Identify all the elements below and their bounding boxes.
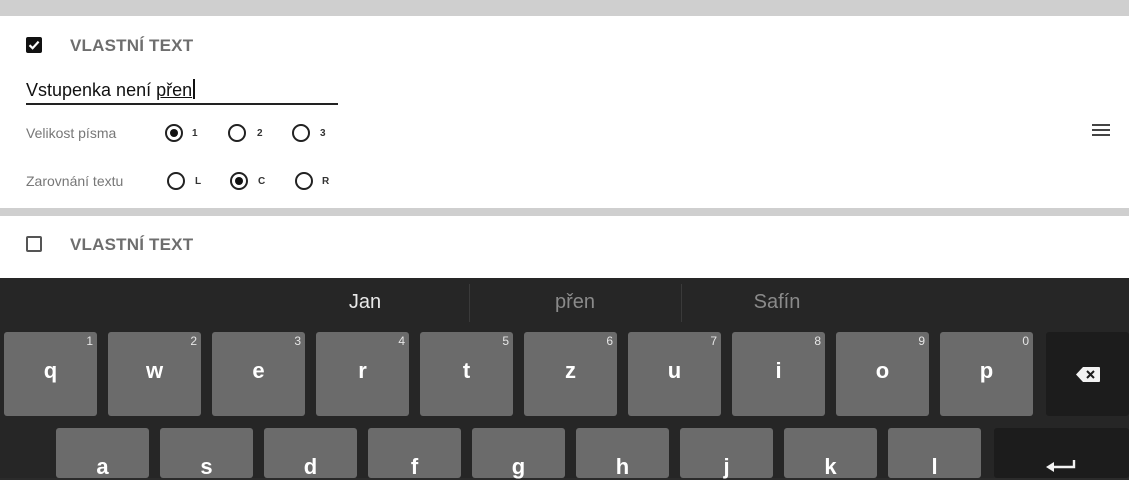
align-radio-right[interactable]	[295, 172, 313, 190]
key-label: g	[511, 454, 526, 479]
key-hint: 4	[398, 334, 405, 348]
key-hint: 3	[294, 334, 301, 348]
key-z[interactable]: 6 z	[524, 332, 617, 416]
align-option-left: L	[195, 176, 202, 187]
key-d[interactable]: d	[264, 428, 357, 479]
key-r[interactable]: 4 r	[316, 332, 409, 416]
custom-text-input[interactable]: Vstupenka není přen	[26, 77, 338, 105]
custom-text-checkbox-1[interactable]	[26, 37, 42, 53]
key-j[interactable]: j	[680, 428, 773, 479]
key-hint: 0	[1022, 334, 1029, 348]
font-size-option-1: 1	[192, 128, 198, 139]
text-alignment-label: Zarovnání textu	[26, 173, 124, 189]
key-e[interactable]: 3 e	[212, 332, 305, 416]
key-label: t	[462, 358, 471, 383]
key-label: k	[824, 454, 837, 479]
align-radio-center[interactable]	[230, 172, 248, 190]
key-h[interactable]: h	[576, 428, 669, 479]
custom-text-title-2: VLASTNÍ TEXT	[70, 235, 194, 254]
custom-text-title-1: VLASTNÍ TEXT	[70, 36, 194, 55]
backspace-key[interactable]	[1046, 332, 1129, 416]
key-g[interactable]: g	[472, 428, 565, 479]
key-w[interactable]: 2 w	[108, 332, 201, 416]
key-hint: 2	[190, 334, 197, 348]
key-label: l	[931, 454, 938, 479]
align-radio-left[interactable]	[167, 172, 185, 190]
key-label: p	[979, 358, 994, 383]
key-label: o	[875, 358, 890, 383]
key-label: w	[145, 358, 164, 383]
key-label: d	[303, 454, 318, 479]
key-label: h	[615, 454, 630, 479]
key-u[interactable]: 7 u	[628, 332, 721, 416]
custom-text-value: Vstupenka není	[26, 80, 157, 100]
custom-text-composing: přen	[156, 80, 193, 100]
suggestion-1[interactable]: Jan	[262, 278, 468, 328]
key-label: s	[200, 454, 213, 479]
suggestion-2[interactable]: přen	[470, 278, 680, 328]
suggestion-3[interactable]: Safín	[682, 278, 872, 328]
key-hint: 5	[502, 334, 509, 348]
key-label: f	[410, 454, 419, 479]
custom-text-checkbox-2[interactable]	[26, 236, 42, 252]
key-o[interactable]: 9 o	[836, 332, 929, 416]
key-f[interactable]: f	[368, 428, 461, 479]
backspace-icon	[1076, 367, 1100, 382]
key-hint: 7	[710, 334, 717, 348]
enter-icon	[1046, 460, 1076, 472]
font-size-radio-3[interactable]	[292, 124, 310, 142]
key-label: j	[723, 454, 730, 479]
font-size-radio-1[interactable]	[165, 124, 183, 142]
key-p[interactable]: 0 p	[940, 332, 1033, 416]
key-k[interactable]: k	[784, 428, 877, 479]
soft-keyboard: Jan přen Safín 1 q 2 w 3 e 4 r 5 t 6 z 7…	[0, 278, 1129, 479]
enter-key[interactable]	[994, 428, 1129, 478]
font-size-option-3: 3	[320, 128, 326, 139]
custom-text-card-2: VLASTNÍ TEXT	[0, 216, 1129, 278]
key-q[interactable]: 1 q	[4, 332, 97, 416]
key-hint: 9	[918, 334, 925, 348]
key-label: r	[358, 358, 367, 383]
key-label: i	[775, 358, 782, 383]
checkmark-icon	[28, 40, 40, 50]
text-caret	[193, 79, 196, 99]
key-label: e	[252, 358, 265, 383]
font-size-radio-2[interactable]	[228, 124, 246, 142]
key-hint: 8	[814, 334, 821, 348]
key-a[interactable]: a	[56, 428, 149, 479]
align-option-right: R	[322, 176, 330, 187]
key-label: z	[565, 358, 576, 383]
key-label: u	[667, 358, 682, 383]
key-i[interactable]: 8 i	[732, 332, 825, 416]
key-t[interactable]: 5 t	[420, 332, 513, 416]
align-option-center: C	[258, 176, 266, 187]
hamburger-menu-icon[interactable]	[1092, 124, 1110, 138]
custom-text-card-1: VLASTNÍ TEXT Vstupenka není přen Velikos…	[0, 16, 1129, 208]
key-hint: 6	[606, 334, 613, 348]
key-hint: 1	[86, 334, 93, 348]
key-label: q	[43, 358, 58, 383]
suggestion-bar: Jan přen Safín	[0, 278, 1129, 328]
font-size-option-2: 2	[257, 128, 263, 139]
font-size-label: Velikost písma	[26, 125, 117, 141]
settings-area: VLASTNÍ TEXT Vstupenka není přen Velikos…	[0, 0, 1129, 278]
key-label: a	[96, 454, 109, 479]
key-s[interactable]: s	[160, 428, 253, 479]
key-l[interactable]: l	[888, 428, 981, 479]
